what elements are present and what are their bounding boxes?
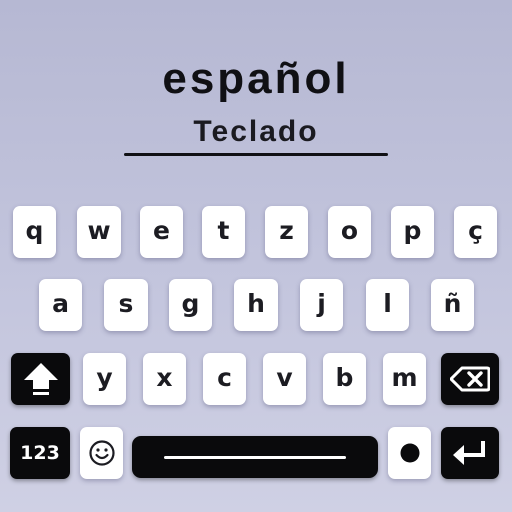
- key-b[interactable]: b: [323, 353, 366, 405]
- key-label: ñ: [443, 288, 462, 318]
- numbers-key-label: 123: [20, 442, 60, 464]
- title-underline-divider: [124, 153, 388, 156]
- key-label: l: [383, 288, 392, 318]
- key-label: o: [340, 215, 359, 245]
- key-label: ç: [468, 215, 483, 245]
- key-x[interactable]: x: [143, 353, 186, 405]
- key-label: g: [181, 288, 200, 318]
- shift-key[interactable]: [11, 353, 70, 405]
- enter-return-icon: [451, 438, 489, 468]
- key-q[interactable]: q: [13, 206, 56, 258]
- key-label: b: [335, 362, 354, 392]
- numbers-key[interactable]: 123: [10, 427, 70, 479]
- key-o[interactable]: o: [328, 206, 371, 258]
- key-label: a: [52, 288, 69, 318]
- key-v[interactable]: v: [263, 353, 306, 405]
- key-label: h: [247, 288, 265, 318]
- key-h[interactable]: h: [234, 279, 278, 331]
- key-label: s: [118, 288, 134, 318]
- emoji-key[interactable]: [80, 427, 123, 479]
- key-label: t: [217, 215, 230, 245]
- key-label: c: [217, 362, 232, 392]
- key-label: q: [25, 215, 44, 245]
- key-label: v: [276, 362, 293, 392]
- key-g[interactable]: g: [169, 279, 212, 331]
- key-c[interactable]: c: [203, 353, 246, 405]
- key-w[interactable]: w: [77, 206, 121, 258]
- key-a[interactable]: a: [39, 279, 82, 331]
- key-z[interactable]: z: [265, 206, 308, 258]
- key-s[interactable]: s: [104, 279, 148, 331]
- key-m[interactable]: m: [383, 353, 426, 405]
- key-l[interactable]: l: [366, 279, 409, 331]
- shift-arrow-icon: [22, 361, 60, 397]
- key-c-cedilla[interactable]: ç: [454, 206, 497, 258]
- key-label: m: [391, 362, 418, 392]
- keyboard-language-title: español: [162, 54, 350, 103]
- key-n-tilde[interactable]: ñ: [431, 279, 474, 331]
- backspace-icon: [450, 366, 490, 392]
- smiley-face-icon: [88, 439, 116, 467]
- dot-icon: [399, 442, 421, 464]
- key-label: w: [87, 215, 111, 245]
- space-bar-line: [164, 455, 346, 459]
- dot-key[interactable]: [388, 427, 431, 479]
- key-label: z: [279, 215, 294, 245]
- space-bar[interactable]: [132, 436, 378, 478]
- key-j[interactable]: j: [300, 279, 343, 331]
- key-label: x: [156, 362, 173, 392]
- key-label: j: [317, 288, 326, 318]
- backspace-key[interactable]: [441, 353, 499, 405]
- key-t[interactable]: t: [202, 206, 245, 258]
- key-p[interactable]: p: [391, 206, 434, 258]
- key-e[interactable]: e: [140, 206, 183, 258]
- key-y[interactable]: y: [83, 353, 126, 405]
- key-label: p: [403, 215, 422, 245]
- key-label: e: [153, 215, 170, 245]
- key-label: y: [96, 362, 113, 392]
- enter-key[interactable]: [441, 427, 499, 479]
- keyboard-subtitle: Teclado: [193, 115, 319, 148]
